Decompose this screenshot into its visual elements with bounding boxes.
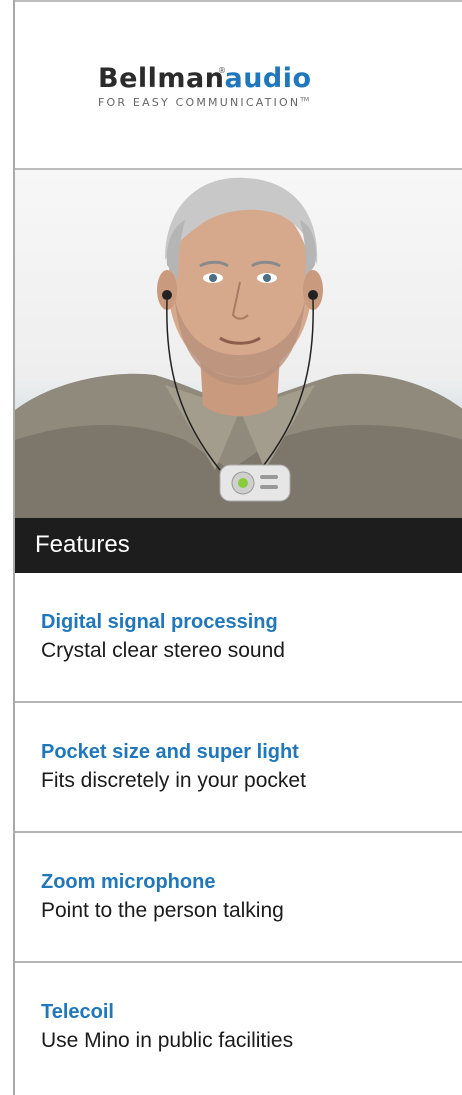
- features-heading: Features: [35, 531, 130, 558]
- feature-title: Telecoil: [41, 1001, 114, 1023]
- product-photo: [15, 170, 462, 518]
- feature-item-pocket-size: Pocket size and super light Fits discret…: [15, 703, 462, 833]
- feature-title: Digital signal processing: [41, 611, 278, 633]
- brand-name-part2: audio: [224, 63, 312, 94]
- feature-description: Point to the person talking: [41, 899, 284, 922]
- feature-description: Crystal clear stereo sound: [41, 639, 285, 662]
- tagline-text: FOR EASY COMMUNICATION: [98, 96, 301, 109]
- registered-mark: ®: [218, 66, 226, 75]
- feature-title: Zoom microphone: [41, 871, 216, 893]
- brand-tagline: FOR EASY COMMUNICATIONTM: [98, 96, 309, 109]
- feature-description: Use Mino in public facilities: [41, 1029, 294, 1052]
- feature-item-dsp: Digital signal processing Crystal clear …: [15, 573, 462, 703]
- logo-header: Bellmanaudio ® FOR EASY COMMUNICATIONTM: [15, 0, 462, 170]
- product-panel: Bellmanaudio ® FOR EASY COMMUNICATIONTM: [13, 0, 462, 1095]
- brand-logo: Bellmanaudio ® FOR EASY COMMUNICATIONTM: [98, 64, 398, 124]
- trademark-mark: TM: [300, 96, 310, 104]
- feature-item-telecoil: Telecoil Use Mino in public facilities: [15, 963, 462, 1093]
- brand-name-part1: Bellman: [98, 63, 225, 94]
- feature-item-zoom-microphone: Zoom microphone Point to the person talk…: [15, 833, 462, 963]
- feature-title: Pocket size and super light: [41, 741, 299, 763]
- brand-wordmark: Bellmanaudio: [98, 64, 312, 94]
- man-wearing-earphones-image: [15, 177, 462, 518]
- features-header: Features: [15, 518, 462, 573]
- feature-description: Fits discretely in your pocket: [41, 769, 306, 792]
